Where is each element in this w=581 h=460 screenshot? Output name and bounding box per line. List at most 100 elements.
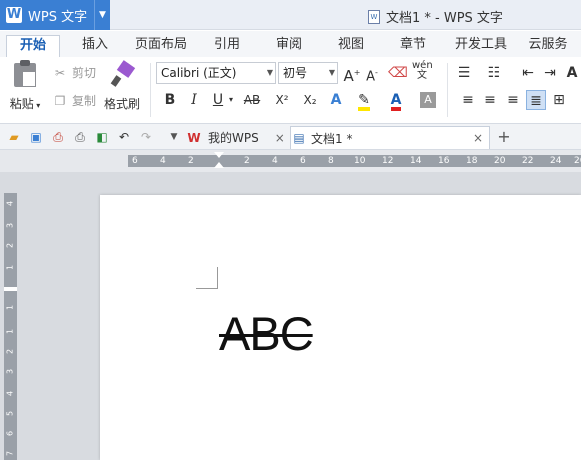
document-text[interactable]: ABC [219, 306, 314, 361]
align-center-icon[interactable]: ≡ [480, 90, 500, 110]
subscript-button[interactable]: X₂ [298, 90, 322, 110]
clear-format-icon[interactable]: ⌫ [388, 63, 408, 83]
tab-page-layout[interactable]: 页面布局 [133, 35, 189, 57]
ruler-number: 6 [5, 430, 15, 437]
format-painter-icon [110, 60, 136, 87]
copy-label: 复制 [72, 94, 97, 108]
doc-tab-my-wps[interactable]: W 我的WPS × [186, 126, 288, 149]
distributed-align-icon[interactable]: ⊞ [549, 90, 569, 110]
clipboard-icon [14, 60, 36, 87]
format-painter-button[interactable]: 格式刷 [102, 60, 142, 112]
align-left-icon[interactable]: ≡ [458, 90, 478, 110]
tab-view[interactable]: 视图 [330, 35, 372, 57]
bullet-list-icon[interactable]: ☰ [454, 63, 474, 83]
doc-tab-document1[interactable]: ▤ 文档1 * × [290, 126, 490, 149]
ruler-number: 4 [160, 156, 166, 166]
ruler-number: 1 [5, 328, 15, 335]
print-preview-icon[interactable]: ◧ [94, 129, 110, 145]
ruler-number: 2 [244, 156, 250, 166]
doc-tab-label: 文档1 * [311, 131, 353, 146]
justify-icon[interactable]: ≣ [526, 90, 546, 110]
ruler-number: 4 [5, 200, 15, 207]
align-right-icon[interactable]: ≡ [503, 90, 523, 110]
shrink-font-button[interactable]: A- [362, 63, 382, 84]
export-pdf-icon[interactable]: ⎙ [50, 129, 66, 145]
tab-review[interactable]: 审阅 [268, 35, 310, 57]
app-menu-button[interactable]: W WPS 文字 ▼ [0, 0, 110, 30]
ruler-number: 1 [5, 304, 15, 311]
numbered-list-icon[interactable]: ☷ [484, 63, 504, 83]
ruler-number: 1 [5, 264, 15, 271]
decrease-indent-icon[interactable]: ⇤ [518, 63, 538, 83]
close-icon[interactable]: × [473, 131, 483, 145]
document-page[interactable] [100, 195, 581, 460]
ruler-number: 2 [5, 348, 15, 355]
paste-button[interactable]: 粘贴 ▾ [8, 60, 42, 112]
window-title: W 文档1 * - WPS 文字 [368, 7, 503, 26]
copy-button[interactable]: ❐ 复制 [52, 92, 96, 109]
char-shading-button[interactable]: A [420, 92, 436, 108]
ruler-number: 6 [300, 156, 306, 166]
tab-section[interactable]: 章节 [392, 35, 434, 57]
font-size-select[interactable]: 初号 ▼ [278, 62, 338, 84]
ruler-number: 4 [5, 390, 15, 397]
divider [447, 63, 448, 117]
superscript-button[interactable]: X² [270, 90, 294, 110]
print-icon[interactable]: ⎙ [72, 129, 88, 145]
font-family-value: Calibri (正文) [161, 66, 237, 80]
document-icon: ▤ [293, 131, 305, 145]
chevron-down-icon[interactable]: ▼ [94, 0, 110, 30]
tab-home[interactable]: 开始 [6, 35, 60, 57]
ruler-number: 3 [5, 222, 15, 229]
new-tab-icon[interactable]: + [496, 129, 512, 145]
open-folder-icon[interactable]: ▰ [6, 129, 22, 145]
ruler-number: 14 [410, 156, 422, 166]
cut-label: 剪切 [72, 66, 97, 80]
text-effect-icon[interactable]: A [326, 90, 346, 110]
tab-cloud[interactable]: 云服务 [523, 35, 573, 57]
ruler-number: 24 [550, 156, 562, 166]
tab-insert[interactable]: 插入 [74, 35, 116, 57]
copy-icon: ❐ [54, 93, 66, 108]
highlighter-icon: ✎ [358, 93, 370, 111]
ribbon-tabs: 开始 插入 页面布局 引用 审阅 视图 章节 开发工具 云服务 [0, 31, 581, 57]
app-name: WPS 文字 [28, 9, 88, 25]
ruler-number: 3 [5, 368, 15, 375]
redo-icon[interactable]: ↷ [138, 129, 154, 145]
title-bar: W WPS 文字 ▼ W 文档1 * - WPS 文字 [0, 0, 581, 30]
ruler-number: 10 [354, 156, 366, 166]
ruler-number: 22 [522, 156, 534, 166]
increase-indent-icon[interactable]: ⇥ [540, 63, 560, 83]
font-color-label: A [390, 93, 402, 111]
underline-button[interactable]: U [208, 90, 228, 110]
chevron-down-icon: ▼ [266, 68, 273, 77]
ruler-number: 7 [5, 450, 15, 457]
font-family-select[interactable]: Calibri (正文) ▼ [156, 62, 276, 84]
cut-button[interactable]: ✂ 剪切 [52, 64, 96, 81]
tab-developer[interactable]: 开发工具 [450, 35, 512, 57]
text-direction-icon[interactable]: A [562, 63, 581, 83]
scissors-icon: ✂ [54, 65, 66, 80]
ruler-margin-marker [4, 287, 17, 291]
customize-toolbar-icon[interactable]: ▼ [166, 129, 182, 145]
indent-marker[interactable] [214, 150, 224, 172]
strikethrough-button[interactable]: AB [240, 90, 264, 110]
save-icon[interactable]: ▣ [28, 129, 44, 145]
close-icon[interactable]: × [275, 131, 285, 145]
ruler-number: 20 [494, 156, 506, 166]
font-color-button[interactable]: A [386, 90, 406, 111]
ruler-number: 8 [328, 156, 334, 166]
ruler-number: 12 [382, 156, 394, 166]
pinyin-guide-button[interactable]: wén 文 [412, 61, 433, 81]
chevron-down-icon[interactable]: ▾ [226, 90, 236, 110]
tab-references[interactable]: 引用 [206, 35, 248, 57]
divider [150, 63, 151, 117]
grow-font-button[interactable]: A+ [342, 63, 362, 85]
undo-icon[interactable]: ↶ [116, 129, 132, 145]
vertical-ruler: 4 3 2 1 1 1 2 3 4 5 6 7 [4, 193, 17, 460]
margin-corner-mark [196, 267, 218, 289]
ruler-number: 4 [272, 156, 278, 166]
bold-button[interactable]: B [160, 90, 180, 110]
italic-button[interactable]: I [184, 90, 204, 110]
highlight-button[interactable]: ✎ [354, 90, 374, 111]
